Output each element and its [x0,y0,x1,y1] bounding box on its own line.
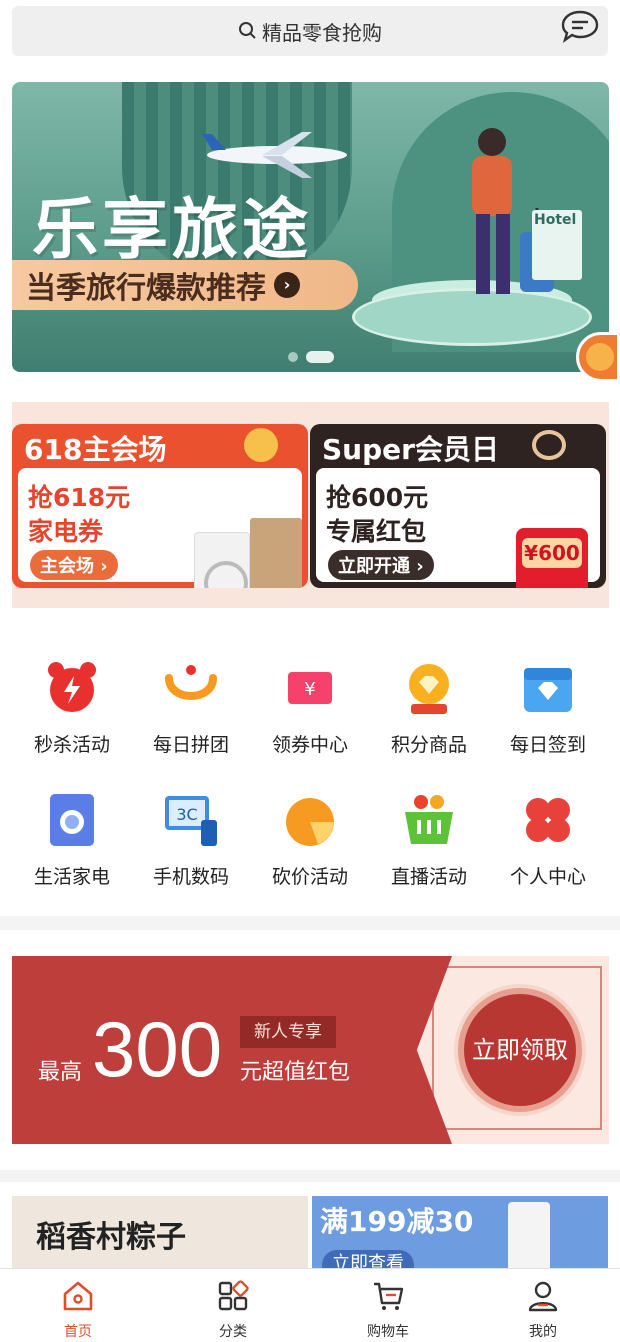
coupon-amount: 300 [92,1005,223,1093]
coupon-tag: 新人专享 [240,1016,336,1048]
tab-label: 我的 [529,1324,557,1340]
home-page: 精品零食抢购 乐享旅途 当季旅行爆款推荐 › Hotel 618主会场 抢618… [0,0,620,1342]
tab-cart[interactable]: 购物车 [338,1279,438,1342]
hotel-sign: Hotel [532,210,582,280]
tab-category[interactable]: 分类 [183,1279,283,1342]
svg-text:3C: 3C [176,805,197,824]
grid-label: 生活家电 [33,866,110,888]
washing-machine-icon [50,794,94,846]
card-body: 抢618元 家电券 主会场 › [18,468,302,588]
header: 精品零食抢购 [0,0,620,64]
travel-banner[interactable]: 乐享旅途 当季旅行爆款推荐 › Hotel [12,82,609,372]
card-title: 618主会场 [24,433,167,466]
promo-section: 618主会场 抢618元 家电券 主会场 › Super会员日 抢600元 专属… [0,388,620,624]
main-venue-button[interactable]: 主会场 › [30,550,118,580]
grid-label: 砍价活动 [271,866,348,888]
banner-title: 乐享旅途 [32,191,312,268]
card-line2: 家电券 [28,517,104,546]
banner-subtitle: 当季旅行爆款推荐 [26,271,266,306]
grid-item-digital[interactable]: 3C 手机数码 [131,792,251,912]
home-icon [63,1281,93,1311]
category-icon [218,1280,249,1311]
user-icon [528,1281,558,1312]
tab-home[interactable]: 首页 [28,1279,128,1342]
discount-promo[interactable]: 满199减30 立即查看 [312,1196,608,1268]
grid-item-live[interactable]: 直播活动 [369,792,489,912]
tab-label: 首页 [64,1324,92,1340]
search-bar[interactable]: 精品零食抢购 [12,6,608,56]
promo-card-super[interactable]: Super会员日 抢600元 专属红包 立即开通 › ¥600 [310,424,606,588]
chevron-right-icon: › [274,272,300,298]
fridge-image [250,518,302,588]
discount-title: 满199减30 [320,1205,474,1238]
grid-item-flash-sale[interactable]: 秒杀活动 [12,660,132,780]
promo-card-618[interactable]: 618主会场 抢618元 家电券 主会场 › [12,424,308,588]
view-now-button[interactable]: 立即查看 [322,1250,414,1268]
coupon-ticket-icon: ¥ [288,672,332,704]
card-line2: 专属红包 [326,517,427,546]
crown-icon [532,430,566,460]
card-line1: 抢600元 [326,483,429,512]
zongzi-title: 稻香村粽子 [36,1220,186,1255]
airplane-icon [202,132,347,178]
grid-label: 个人中心 [509,866,586,888]
claim-now-button[interactable]: 立即领取 [458,988,582,1112]
bottom-tab-bar: 首页 分类 购物车 我的 [0,1268,620,1342]
3c-devices-icon: 3C [165,796,217,846]
slide-indicator-1[interactable] [288,352,298,362]
promo-strip: 稻香村粽子 满199减30 立即查看 [0,1182,620,1268]
card-line1: 抢618元 [28,483,131,512]
grid-label: 领券中心 [271,734,348,756]
tab-label: 购物车 [367,1324,409,1340]
red-envelope-amount: ¥600 [522,538,582,568]
hotel-sign-text: Hotel [534,212,577,228]
slide-indicator-2-active[interactable] [306,351,334,363]
svg-text:¥: ¥ [304,679,315,700]
coupon-desc: 元超值红包 [240,1060,351,1085]
grid-item-points[interactable]: 积分商品 [369,660,489,780]
category-grid: 秒杀活动 每日拼团 ¥ 领券中心 积分商品 每日签到 生活家电 3C 手机数码 … [0,624,620,916]
search-placeholder: 精品零食抢购 [262,20,382,45]
grid-label: 直播活动 [390,866,467,888]
grid-label: 手机数码 [152,866,229,888]
grid-label: 每日签到 [509,734,586,756]
tab-profile[interactable]: 我的 [493,1279,593,1342]
washing-machine-image [194,532,250,588]
clover-icon [526,798,570,842]
grid-item-profile[interactable]: 个人中心 [488,792,608,912]
chat-bubble-icon[interactable] [560,9,600,43]
cart-icon [374,1282,404,1310]
search-icon [239,22,256,39]
banner-subtitle-pill[interactable]: 当季旅行爆款推荐 › [12,260,358,310]
grid-item-checkin[interactable]: 每日签到 [488,660,608,780]
coupon-prefix: 最高 [38,1060,83,1085]
floating-bird-logo[interactable] [576,332,620,382]
smile-icon [165,665,217,700]
card-title: Super会员日 [322,433,499,466]
grid-item-bargain[interactable]: 砍价活动 [250,792,370,912]
basket-icon [405,795,453,844]
grid-item-appliances[interactable]: 生活家电 [12,792,132,912]
search-placeholder-row: 精品零食抢购 [12,6,608,56]
grid-item-group-buy[interactable]: 每日拼团 [131,660,251,780]
grid-label: 每日拼团 [152,734,229,756]
gem-medal-icon [409,664,449,714]
calendar-diamond-icon [524,668,572,712]
grid-label: 秒杀活动 [33,734,110,756]
grid-label: 积分商品 [390,734,467,756]
coupon-red-panel [12,956,452,1144]
cosmetic-bottle-image [508,1202,550,1268]
open-now-button[interactable]: 立即开通 › [328,550,434,580]
card-body: 抢600元 专属红包 立即开通 › ¥600 [316,468,600,588]
thumb-hand-icon [244,428,278,462]
orange-icon [286,798,334,846]
grid-item-coupons[interactable]: ¥ 领券中心 [250,660,370,780]
alarm-clock-icon [48,662,96,712]
new-user-coupon-banner[interactable]: 最高 300 新人专享 元超值红包 立即领取 [12,956,609,1144]
zongzi-promo[interactable]: 稻香村粽子 [12,1196,308,1268]
red-envelope-image: ¥600 [516,528,588,588]
banner-section: 乐享旅途 当季旅行爆款推荐 › Hotel [0,64,620,388]
coupon-section: 最高 300 新人专享 元超值红包 立即领取 [0,930,620,1170]
tab-label: 分类 [219,1324,247,1340]
